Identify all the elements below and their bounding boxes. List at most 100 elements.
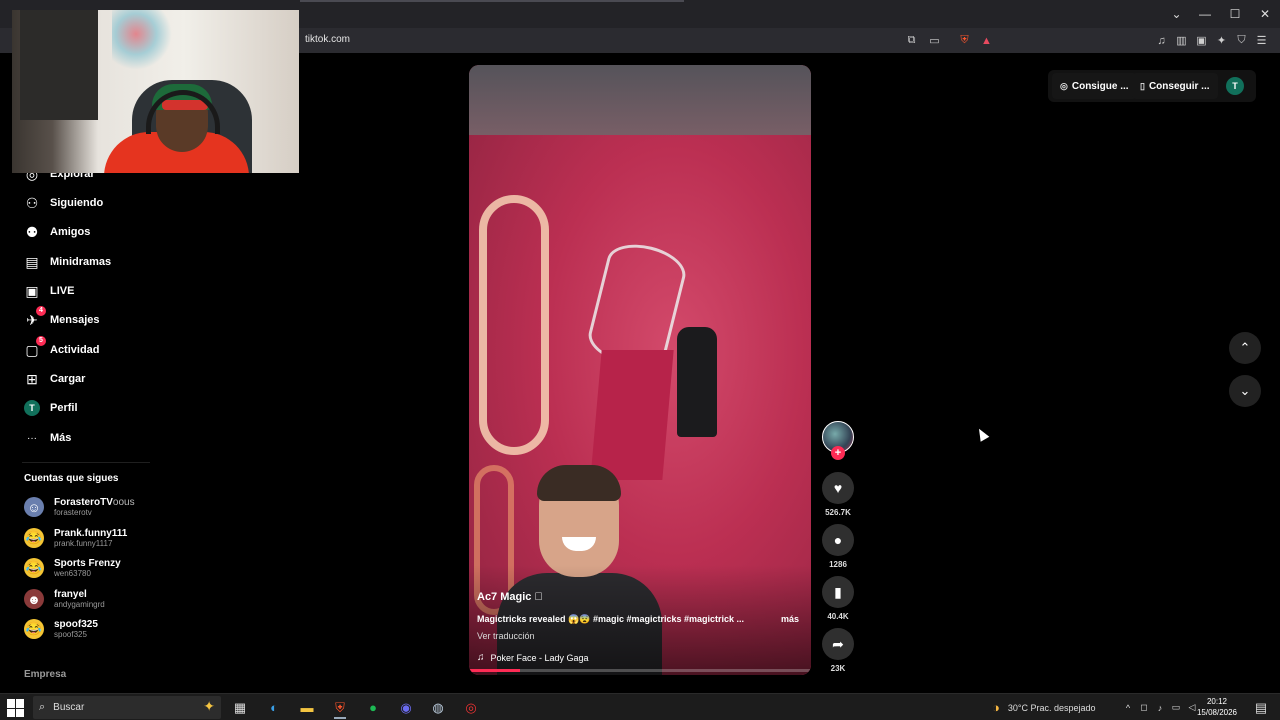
system-tray: ^ ◻ ♪ ▭ ◁	[1120, 694, 1200, 720]
video-progress-bar[interactable]	[469, 669, 811, 672]
user-avatar[interactable]: T	[1226, 77, 1244, 95]
sidebar-item-perfil[interactable]: T Perfil	[22, 396, 78, 420]
share-button[interactable]: ➦	[822, 628, 854, 660]
obs-icon[interactable]: ◎	[459, 696, 483, 719]
microphone-icon[interactable]: ♪	[1152, 703, 1168, 713]
search-placeholder: Buscar	[53, 702, 85, 713]
network-icon[interactable]: ▭	[1168, 702, 1184, 713]
music-link[interactable]: ♫ Poker Face - Lady Gaga	[477, 652, 589, 663]
like-count: 526.7K	[825, 508, 851, 517]
leo-ai-icon[interactable]: ✦	[1214, 33, 1229, 48]
profile-avatar: T	[24, 400, 40, 416]
following-account[interactable]: 😂 spoof325 spoof325	[24, 616, 98, 642]
get-coins-button[interactable]: ◎ Consigue ...	[1052, 73, 1137, 99]
sidebar-item-actividad[interactable]: ▢ 5 Actividad	[22, 336, 100, 362]
film-icon: ▤	[25, 253, 39, 270]
messages-badge: 4	[36, 306, 46, 316]
comment-count: 1286	[829, 560, 847, 569]
upload-icon: ⊞	[26, 370, 38, 387]
footer-empresa-link[interactable]: Empresa	[24, 669, 66, 680]
spotify-icon[interactable]: ●	[361, 696, 385, 719]
maximize-icon[interactable]: ☐	[1220, 0, 1250, 28]
heart-icon: ♥	[833, 480, 843, 496]
sidebar-item-minidramas[interactable]: ▤ Minidramas	[22, 250, 111, 274]
sidebar-item-siguiendo[interactable]: ⚇ Siguiendo	[22, 191, 103, 215]
webcam-overlay	[12, 10, 299, 173]
account-username: andygamingrd	[54, 600, 105, 609]
brave-shield-icon[interactable]: ⛨	[957, 33, 972, 48]
task-view-icon[interactable]: ▦	[228, 696, 252, 719]
steam-icon[interactable]: ◍	[426, 696, 450, 719]
next-video-button[interactable]: ⌄	[1229, 375, 1261, 407]
messages-icon: ✈ 4	[22, 306, 46, 330]
brave-icon[interactable]: ⛨	[328, 696, 352, 719]
weather-sun-icon: ◑	[992, 700, 1000, 715]
following-account[interactable]: ☻ franyel andygamingrd	[24, 586, 105, 612]
account-username: prank.funny1117	[54, 539, 113, 548]
account-username: forasterotv	[54, 508, 92, 517]
file-explorer-icon[interactable]: ▬	[295, 696, 319, 719]
sidebar-item-label: Más	[50, 432, 72, 444]
following-account[interactable]: ☺ ForasteroTVoous forasterotv	[24, 494, 135, 520]
sidebar-item-live[interactable]: ▣ LIVE	[22, 279, 74, 303]
notifications-icon[interactable]: ▤	[1249, 696, 1273, 719]
discord-icon[interactable]: ◉	[394, 696, 418, 719]
close-icon[interactable]: ✕	[1250, 0, 1280, 28]
sidebar-item-amigos[interactable]: ⚉ Amigos	[22, 220, 91, 244]
following-icon: ⚇	[25, 194, 39, 211]
sidebar-toggle-icon[interactable]: ▥	[1174, 33, 1189, 48]
following-account[interactable]: 😂 Prank.funny111 prank.funny1117	[24, 525, 127, 551]
follow-plus-icon[interactable]: +	[831, 446, 845, 460]
address-bar[interactable]: tiktok.com	[298, 31, 1002, 50]
brave-rewards-icon[interactable]: ▲	[979, 33, 994, 48]
taskbar-clock[interactable]: 20:12 15/08/2026	[1196, 696, 1238, 718]
account-name: Prank.funny111	[54, 528, 128, 539]
friends-icon: ⚉	[25, 223, 39, 240]
tray-chevron-icon[interactable]: ^	[1120, 703, 1136, 713]
video-player[interactable]: Ac7 Magic 􀀀 Magictricks revealed 😱😨 #mag…	[469, 65, 811, 675]
video-author[interactable]: Ac7 Magic 􀀀	[477, 591, 543, 603]
tab-strip[interactable]	[300, 0, 684, 2]
sidebar-item-label: Cargar	[50, 373, 86, 385]
copilot-sparkle-icon: ✦	[203, 698, 215, 714]
comment-button[interactable]: ●	[822, 524, 854, 556]
sidebar-item-mas[interactable]: ··· Más	[22, 426, 71, 450]
following-account[interactable]: 😂 Sports Frenzy wen63780	[24, 555, 121, 581]
get-app-button[interactable]: ▯ Conseguir ...	[1132, 73, 1218, 99]
edge-icon[interactable]: ◐	[262, 696, 286, 719]
weather-widget[interactable]: ◑ 30°C Prac. despejado	[992, 694, 1096, 720]
taskbar-search[interactable]: ⌕ Buscar ✦	[33, 696, 221, 719]
sidebar-item-cargar[interactable]: ⊞ Cargar	[22, 367, 85, 391]
webcam-door	[20, 10, 98, 120]
translate-icon[interactable]: ⧉	[904, 33, 919, 48]
account-name-suffix: oous	[112, 497, 135, 508]
more-button[interactable]: más	[781, 614, 799, 624]
cast-icon[interactable]: ▭	[927, 33, 942, 48]
translate-link[interactable]: Ver traducción	[477, 631, 535, 641]
account-name: Sports Frenzy	[54, 558, 121, 569]
tray-app-icon[interactable]: ◻	[1136, 702, 1152, 713]
sidebar-item-label: Siguiendo	[50, 197, 104, 209]
laughing-emoji-avatar: 😂	[24, 528, 44, 548]
activity-icon: ▢ 5	[22, 336, 46, 360]
save-count: 40.4K	[827, 612, 849, 621]
like-button[interactable]: ♥	[822, 472, 854, 504]
vpn-icon[interactable]: ⛉	[1234, 33, 1249, 48]
account-name: spoof325	[54, 619, 98, 630]
wallet-icon[interactable]: ▣	[1194, 33, 1209, 48]
menu-icon[interactable]: ☰	[1254, 33, 1269, 48]
sidebar-item-mensajes[interactable]: ✈ 4 Mensajes	[22, 306, 100, 332]
minimize-icon[interactable]: —	[1190, 0, 1220, 28]
previous-video-button[interactable]: ⌃	[1229, 332, 1261, 364]
sidebar-item-label: LIVE	[50, 285, 75, 297]
share-icon: ➦	[832, 635, 844, 652]
sidebar-item-label: Actividad	[50, 344, 100, 356]
video-scene-magician	[677, 327, 717, 437]
save-button[interactable]: ▮	[822, 576, 854, 608]
account-username: wen63780	[54, 569, 91, 578]
media-icon[interactable]: ♫	[1154, 33, 1169, 48]
windows-start-icon[interactable]	[7, 699, 25, 717]
windows-taskbar: ⌕ Buscar ✦ ▦ ◐ ▬ ⛨ ● ◉ ◍ ◎ ◑ 30°C Prac. …	[0, 693, 1280, 720]
tab-search-icon[interactable]: ⌄	[1163, 0, 1190, 28]
webcam-decoration	[112, 10, 172, 70]
